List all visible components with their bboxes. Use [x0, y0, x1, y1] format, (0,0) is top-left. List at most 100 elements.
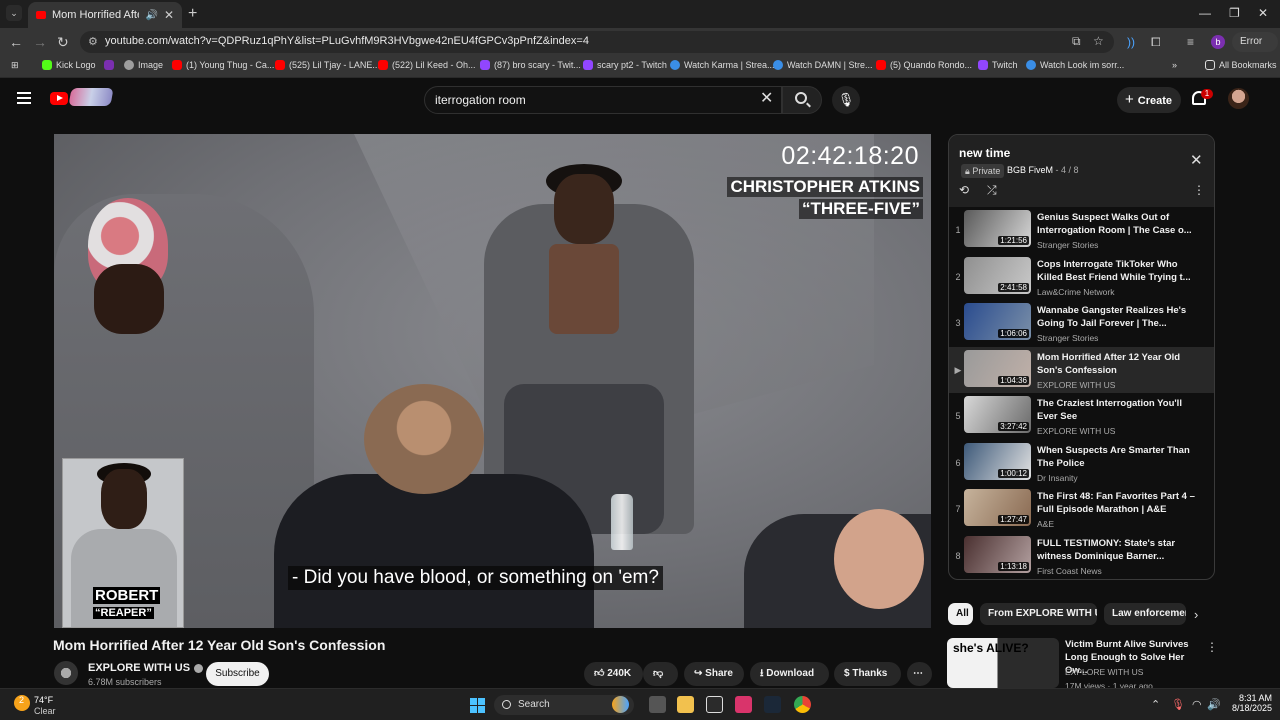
more-bookmarks-icon[interactable]: » [1172, 60, 1177, 70]
bookmark-item[interactable]: (525) Lil Tjay - LANE... [275, 60, 380, 70]
bookmark-item[interactable]: Watch DAMN | Stre... [773, 60, 873, 70]
more-options-icon[interactable]: ⋮ [1193, 183, 1205, 197]
playlist-item-title[interactable]: When Suspects Are Smarter Than The Polic… [1037, 444, 1197, 470]
search-input[interactable] [435, 93, 755, 107]
playlist-item[interactable]: 2 2:41:58 Cops Interrogate TikToker Who Ki… [949, 254, 1214, 300]
microphone-icon[interactable]: 🎙 [1171, 698, 1185, 711]
search-button[interactable] [782, 86, 822, 114]
menu-icon[interactable] [17, 92, 31, 104]
new-tab-button[interactable]: + [188, 5, 197, 23]
bookmark-item[interactable]: Twitch [978, 60, 1018, 70]
account-avatar[interactable] [1228, 88, 1249, 109]
extension-icon[interactable]: )) [1127, 35, 1135, 49]
playlist-item[interactable]: 7 1:27:47 The First 48: Fan Favorites Part… [949, 486, 1214, 532]
like-button[interactable]: 👍︎ 240K [584, 662, 643, 686]
bookmark-star-icon[interactable]: ☆ [1093, 34, 1104, 48]
bookmark-item[interactable]: (1) Young Thug - Ca... [172, 60, 274, 70]
weather-icon[interactable] [14, 695, 30, 711]
recommendation-channel[interactable]: EXPLORE WITH US [1065, 667, 1143, 677]
bookmark-item[interactable]: Image [124, 60, 163, 70]
playlist-item[interactable]: 6 1:00:12 When Suspects Are Smarter Than T… [949, 440, 1214, 486]
playlist-item-title[interactable]: Mom Horrified After 12 Year Old Son's Co… [1037, 351, 1197, 377]
minimize-icon[interactable]: — [1199, 6, 1211, 20]
bookmark-item[interactable]: (87) bro scary - Twit... [480, 60, 581, 70]
install-app-icon[interactable]: ⧉ [1072, 34, 1081, 49]
playlist-item-thumbnail[interactable]: 1:00:12 [964, 442, 1031, 480]
profile-avatar[interactable]: b [1211, 35, 1225, 49]
volume-icon[interactable]: 🔊 [1207, 698, 1221, 711]
youtube-doodle[interactable] [68, 88, 114, 106]
playlist-item-thumbnail[interactable]: 1:13:18 [964, 535, 1031, 573]
recommendation-thumbnail[interactable]: she's ALIVE? [947, 638, 1059, 688]
playlist-item-title[interactable]: The Craziest Interrogation You'll Ever S… [1037, 397, 1197, 423]
url-text[interactable]: youtube.com/watch?v=QDPRuz1qPhY&list=PLu… [105, 35, 589, 47]
bookmark-item[interactable] [104, 60, 118, 70]
bookmark-item[interactable]: (5) Quando Rondo... [876, 60, 972, 70]
playlist-item-thumbnail[interactable]: 1:06:06 [964, 303, 1031, 340]
close-playlist-icon[interactable]: ✕ [1190, 151, 1203, 169]
bookmark-item[interactable]: Watch Karma | Strea... [670, 60, 775, 70]
media-control-icon[interactable]: ≡ [1187, 35, 1194, 49]
extensions-puzzle-icon[interactable]: ⧠ [1151, 35, 1161, 50]
app-icon[interactable] [735, 696, 752, 713]
subscribe-button[interactable]: Subscribe [206, 662, 269, 686]
playlist-item-title[interactable]: The First 48: Fan Favorites Part 4 – Ful… [1037, 490, 1197, 516]
more-actions-button[interactable]: ⋯ [907, 662, 932, 686]
back-icon[interactable]: ← [9, 34, 23, 50]
share-button[interactable]: ↪ Share [684, 662, 744, 686]
playlist-item-title[interactable]: FULL TESTIMONY: State's star witness Dom… [1037, 537, 1197, 563]
forward-icon[interactable]: → [33, 34, 47, 50]
playlist-item-thumbnail[interactable]: 1:04:36 [964, 349, 1031, 387]
playlist-item[interactable]: 1 1:21:56 Genius Suspect Walks Out of Inte… [949, 207, 1214, 253]
playlist-item[interactable]: ▶ 1:04:36 Mom Horrified After 12 Year Old … [949, 346, 1214, 393]
bookmark-item[interactable]: scary pt2 - Twitch [583, 60, 667, 70]
site-info-icon[interactable]: ⚙ [88, 35, 98, 48]
close-window-icon[interactable]: ✕ [1258, 6, 1268, 20]
playlist-item[interactable]: 5 3:27:42 The Craziest Interrogation You'l… [949, 393, 1214, 439]
playlist-item-title[interactable]: Cops Interrogate TikToker Who Killed Bes… [1037, 258, 1197, 284]
playlist-item-thumbnail[interactable]: 1:27:47 [964, 489, 1031, 526]
clear-search-icon[interactable]: ✕ [760, 88, 773, 108]
task-view-icon[interactable] [649, 696, 666, 713]
youtube-logo-icon[interactable] [50, 92, 68, 105]
playlist-item-thumbnail[interactable]: 1:21:56 [964, 210, 1031, 247]
speaker-icon[interactable]: 🔊 [145, 10, 157, 21]
playlist-item-thumbnail[interactable]: 2:41:58 [964, 256, 1031, 294]
download-button[interactable]: ⭳ Download [750, 662, 829, 686]
widgets-icon[interactable] [612, 696, 629, 713]
show-hidden-icons-icon[interactable]: ⌃ [1151, 698, 1160, 711]
file-explorer-icon[interactable] [677, 696, 694, 713]
channel-avatar[interactable] [54, 661, 78, 685]
error-button[interactable]: Error [1232, 32, 1278, 52]
chip-law-enforcement[interactable]: Law enforcement [1104, 603, 1186, 625]
playlist-item[interactable]: 8 1:13:18 FULL TESTIMONY: State's star wit… [949, 533, 1214, 579]
wifi-icon[interactable]: ◠ [1192, 698, 1202, 711]
chrome-icon[interactable] [794, 696, 811, 713]
chip-all[interactable]: All [948, 603, 973, 625]
start-menu-icon[interactable] [470, 698, 485, 713]
bookmark-item[interactable]: Watch Look im sorr... [1026, 60, 1124, 70]
dislike-button[interactable]: 👎︎ [643, 662, 678, 686]
reload-icon[interactable]: ↻ [57, 34, 69, 51]
notion-icon[interactable] [706, 696, 723, 713]
steam-icon[interactable] [764, 696, 781, 713]
shuffle-icon[interactable]: ⤮ [987, 183, 997, 198]
close-tab-icon[interactable]: ✕ [164, 8, 174, 22]
chevron-right-icon[interactable]: › [1194, 607, 1198, 622]
thanks-button[interactable]: $ Thanks [834, 662, 901, 686]
playlist-item-title[interactable]: Genius Suspect Walks Out of Interrogatio… [1037, 211, 1197, 237]
all-bookmarks[interactable]: All Bookmarks [1205, 60, 1277, 70]
weather-temperature[interactable]: 74°F [34, 695, 53, 705]
apps-grid-icon[interactable]: ⊞ [11, 60, 19, 71]
active-tab[interactable]: Mom Horrified After 12 Ye 🔊 ✕ [28, 2, 182, 28]
create-button[interactable]: + Create [1117, 87, 1181, 113]
more-options-icon[interactable]: ⋮ [1206, 640, 1218, 654]
restore-icon[interactable]: ❐ [1229, 6, 1240, 20]
playlist-title[interactable]: new time [959, 146, 1010, 160]
channel-name[interactable]: EXPLORE WITH US [88, 662, 204, 674]
playlist-item[interactable]: 3 1:06:06 Wannabe Gangster Realizes He's G… [949, 300, 1214, 346]
bookmark-item[interactable]: (522) Lil Keed - Oh... [378, 60, 476, 70]
video-player[interactable]: 02:42:18:20 CHRISTOPHER ATKINS “THREE-FI… [54, 134, 931, 628]
system-clock[interactable]: 8:31 AM 8/18/2025 [1228, 693, 1272, 713]
chip-channel[interactable]: From EXPLORE WITH US [980, 603, 1097, 625]
